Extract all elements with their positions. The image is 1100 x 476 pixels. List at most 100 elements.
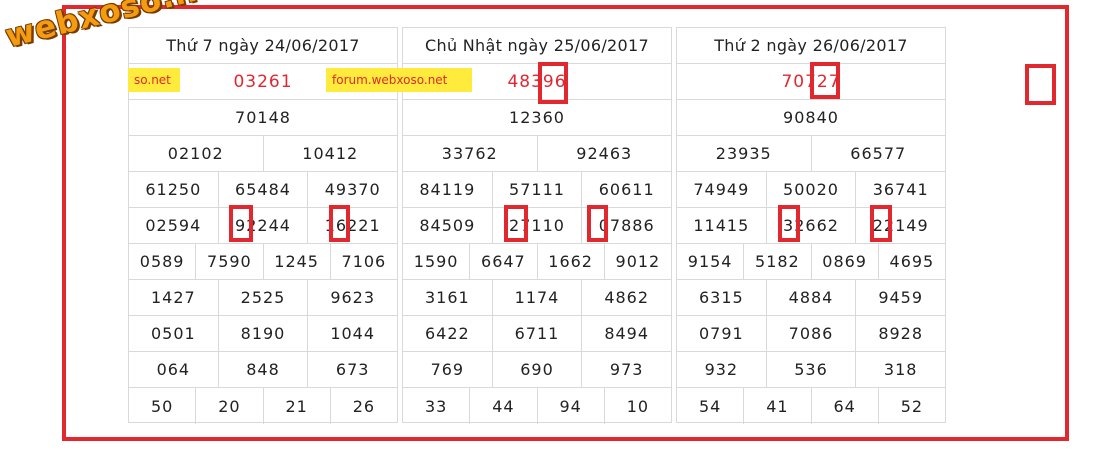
prize-row-1: 12360 — [403, 100, 671, 136]
table-title-row: Thứ 7 ngày 24/06/2017 — [129, 28, 397, 64]
prize-row-6: 0501 8190 1044 — [129, 316, 397, 352]
prize-row-3a: 61250 65484 49370 — [129, 172, 397, 208]
prize-value: 57111 — [493, 172, 583, 207]
prize-row-2: 23935 66577 — [677, 136, 945, 172]
prize-row-7: 064 848 673 — [129, 352, 397, 388]
prize-value: 5182 — [744, 244, 812, 279]
prize-value: 90840 — [783, 108, 839, 127]
prize-value: 10412 — [302, 144, 359, 163]
prize-value: 1662 — [538, 244, 605, 279]
prize-value: 8190 — [219, 316, 309, 351]
table-title-row: Thứ 2 ngày 26/06/2017 — [677, 28, 945, 64]
prize-value: 41 — [744, 388, 812, 424]
table-title: Chủ Nhật ngày 25/06/2017 — [425, 36, 649, 55]
prize-value: 20 — [196, 388, 264, 424]
prize-value: 70148 — [235, 108, 291, 127]
prize-value: 92463 — [576, 144, 633, 163]
prize-row-6: 0791 7086 8928 — [677, 316, 945, 352]
prize-value: 690 — [493, 352, 583, 387]
prize-value: 9154 — [677, 244, 745, 279]
table-title: Thứ 2 ngày 26/06/2017 — [714, 36, 908, 55]
table-title-row: Chủ Nhật ngày 25/06/2017 — [403, 28, 671, 64]
prize-value: 769 — [403, 352, 493, 387]
prize-value: 44 — [470, 388, 538, 424]
prize-value: 9459 — [878, 288, 924, 307]
prize-value: 064 — [129, 352, 219, 387]
prize-row-3a: 74949 50020 36741 — [677, 172, 945, 208]
prize-value: 0501 — [129, 316, 219, 351]
prize-value: 9012 — [615, 252, 661, 271]
prize-row-3b: 02594 92244 16221 — [129, 208, 397, 244]
prize-value: 0589 — [129, 244, 197, 279]
prize-value: 1245 — [264, 244, 331, 279]
highlight-box — [587, 205, 608, 242]
prize-value: 84119 — [403, 172, 493, 207]
prize-value: 1427 — [129, 280, 219, 315]
prize-value: 1044 — [330, 324, 376, 343]
prize-value: 4884 — [767, 280, 857, 315]
prize-value: 4862 — [604, 288, 650, 307]
prize-row-3b: 11415 32662 22149 — [677, 208, 945, 244]
highlight-box — [538, 62, 568, 104]
prize-row-5: 1427 2525 9623 — [129, 280, 397, 316]
highlight-box — [1025, 64, 1056, 105]
watermark-banner-forum: forum.webxoso.net — [326, 68, 472, 92]
prize-value: 3161 — [403, 280, 493, 315]
highlight-box — [229, 205, 253, 242]
prize-value: 1590 — [403, 244, 471, 279]
prize-value: 61250 — [129, 172, 219, 207]
prize-value: 33 — [403, 388, 471, 424]
prize-row-4: 0589 7590 1245 7106 — [129, 244, 397, 280]
prize-value: 33762 — [403, 136, 538, 171]
highlight-box — [870, 205, 892, 242]
highlight-box — [778, 205, 800, 242]
prize-row-7: 769 690 973 — [403, 352, 671, 388]
prize-value: 26 — [352, 396, 376, 416]
prize-row-1: 70148 — [129, 100, 397, 136]
prize-value: 12360 — [509, 108, 565, 127]
prize-value: 6315 — [677, 280, 767, 315]
prize-value: 52 — [900, 396, 924, 416]
prize-value: 23935 — [677, 136, 812, 171]
prize-value: 673 — [335, 360, 370, 379]
prize-value: 973 — [609, 360, 644, 379]
prize-row-5: 6315 4884 9459 — [677, 280, 945, 316]
prize-row-3b: 84509 27110 07886 — [403, 208, 671, 244]
prize-value: 02594 — [129, 208, 219, 243]
prize-value: 49370 — [324, 180, 381, 199]
prize-value: 65484 — [219, 172, 309, 207]
prize-row-4: 1590 6647 1662 9012 — [403, 244, 671, 280]
prize-value: 16221 — [324, 216, 381, 235]
prize-value: 94 — [538, 388, 605, 424]
prize-value: 74949 — [677, 172, 767, 207]
watermark-banner-left: so.net — [128, 68, 180, 92]
prize-value: 7590 — [196, 244, 264, 279]
prize-value: 7106 — [341, 252, 387, 271]
prize-value: 11415 — [677, 208, 767, 243]
prize-value: 0869 — [812, 244, 879, 279]
prize-row-2: 33762 92463 — [403, 136, 671, 172]
prize-value: 9623 — [330, 288, 376, 307]
prize-value: 50 — [129, 388, 197, 424]
prize-value: 54 — [677, 388, 745, 424]
prize-value: 6422 — [403, 316, 493, 351]
prize-value: 36741 — [872, 180, 929, 199]
prize-value: 536 — [767, 352, 857, 387]
prize-row-2: 02102 10412 — [129, 136, 397, 172]
prize-value: 02102 — [129, 136, 264, 171]
prize-value: 8494 — [604, 324, 650, 343]
prize-value: 7086 — [767, 316, 857, 351]
prize-value: 21 — [264, 388, 331, 424]
prize-value: 848 — [219, 352, 309, 387]
prize-value: 10 — [626, 396, 650, 416]
table-title: Thứ 7 ngày 24/06/2017 — [166, 36, 360, 55]
prize-row-8: 50 20 21 26 — [129, 388, 397, 424]
prize-value: 6711 — [493, 316, 583, 351]
prize-value: 50020 — [767, 172, 857, 207]
prize-value: 66577 — [850, 144, 907, 163]
prize-value: 0791 — [677, 316, 767, 351]
prize-row-6: 6422 6711 8494 — [403, 316, 671, 352]
highlight-box — [504, 205, 528, 242]
highlight-box — [810, 62, 840, 99]
prize-value: 8928 — [878, 324, 924, 343]
